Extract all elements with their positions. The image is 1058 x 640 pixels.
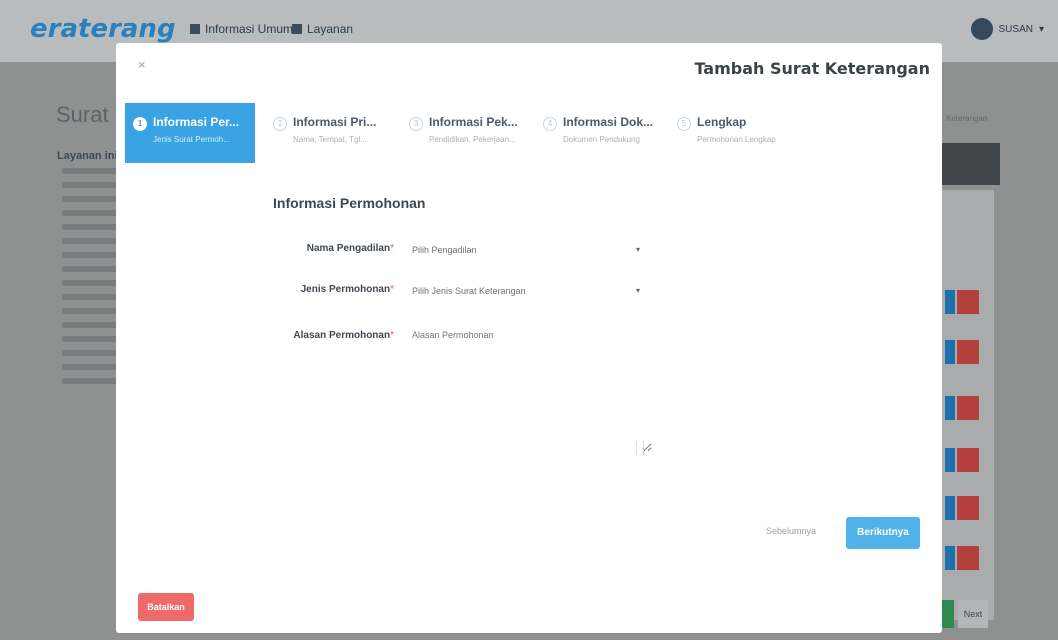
step-number: 5 xyxy=(677,117,691,131)
nav-item-label: Layanan xyxy=(307,22,354,36)
breadcrumb: Keterangan xyxy=(946,114,988,123)
delete-button[interactable] xyxy=(957,340,979,364)
add-letter-modal: × Tambah Surat Keterangan 1 Informasi Pe… xyxy=(116,43,942,633)
sidebar-list xyxy=(62,168,122,392)
table-header xyxy=(942,143,1000,185)
delete-button[interactable] xyxy=(957,448,979,472)
step-title: Lengkap xyxy=(697,115,747,129)
user-menu[interactable]: SUSAN ▾ xyxy=(970,18,1044,40)
edit-button[interactable] xyxy=(945,448,955,472)
nav-item-label: Informasi Umum xyxy=(205,22,294,36)
edit-button[interactable] xyxy=(945,290,955,314)
resize-handle-icon[interactable] xyxy=(636,441,644,455)
step-informasi-permohonan[interactable]: 1 Informasi Per... Jenis Surat Permoh... xyxy=(125,103,255,163)
grid-icon xyxy=(292,24,302,34)
step-subtitle: Pendidikan, Pekerjaan... xyxy=(429,135,516,144)
chevron-down-icon: ▾ xyxy=(1038,23,1044,35)
step-informasi-pekerjaan[interactable]: 3 Informasi Pek... Pendidikan, Pekerjaan… xyxy=(401,103,531,163)
request-reason-textarea[interactable] xyxy=(412,330,652,452)
step-subtitle: Jenis Surat Permoh... xyxy=(153,135,230,144)
court-name-label: Nama Pengadilan* xyxy=(306,243,394,254)
caret-down-icon: ▾ xyxy=(636,286,641,295)
step-title: Informasi Per... xyxy=(153,115,240,129)
step-title: Informasi Dok... xyxy=(563,115,654,129)
delete-button[interactable] xyxy=(957,290,979,314)
step-informasi-dokumen[interactable]: 4 Informasi Dok... Dokumen Pendukung xyxy=(535,103,665,163)
close-icon[interactable]: × xyxy=(138,57,146,72)
next-page-button[interactable]: Next xyxy=(958,600,988,628)
step-title: Informasi Pri... xyxy=(293,115,377,129)
cancel-button[interactable]: Batalkan xyxy=(138,593,194,621)
delete-button[interactable] xyxy=(957,496,979,520)
request-type-label: Jenis Permohonan* xyxy=(300,284,394,295)
caret-down-icon: ▾ xyxy=(636,245,641,254)
step-number: 1 xyxy=(133,117,147,131)
request-type-select[interactable]: Pilih Jenis Surat Keterangan xyxy=(412,286,644,296)
app-logo: eraterang xyxy=(30,14,176,44)
step-informasi-pribadi[interactable]: 2 Informasi Pri... Nama, Tempat, Tgl... xyxy=(265,103,395,163)
step-lengkap[interactable]: 5 Lengkap Permohonan Lengkap xyxy=(669,103,799,163)
step-subtitle: Permohonan Lengkap xyxy=(697,135,776,144)
modal-title: Tambah Surat Keterangan xyxy=(694,59,930,78)
step-number: 3 xyxy=(409,117,423,131)
avatar xyxy=(970,18,993,40)
edit-button[interactable] xyxy=(945,496,955,520)
edit-button[interactable] xyxy=(945,546,955,570)
step-subtitle: Nama, Tempat, Tgl... xyxy=(293,135,367,144)
step-number: 2 xyxy=(273,117,287,131)
section-title: Informasi Permohonan xyxy=(273,195,426,211)
user-name: SUSAN xyxy=(998,23,1033,35)
court-name-select[interactable]: Pilih Pengadilan xyxy=(412,245,644,255)
step-title: Informasi Pek... xyxy=(429,115,518,129)
next-button[interactable]: Berikutnya xyxy=(846,517,920,549)
nav-item-informasi-umum[interactable]: Informasi Umum xyxy=(190,22,293,36)
step-number: 4 xyxy=(543,117,557,131)
sidebar-title: Layanan ini xyxy=(57,150,118,162)
delete-button[interactable] xyxy=(957,396,979,420)
step-subtitle: Dokumen Pendukung xyxy=(563,135,640,144)
nav-item-layanan[interactable]: Layanan xyxy=(292,22,353,36)
grid-icon xyxy=(190,24,200,34)
prev-page-button[interactable] xyxy=(942,600,954,628)
edit-button[interactable] xyxy=(945,396,955,420)
wizard-steps: 1 Informasi Per... Jenis Surat Permoh...… xyxy=(125,103,935,163)
request-reason-label: Alasan Permohonan* xyxy=(293,330,394,341)
delete-button[interactable] xyxy=(957,546,979,570)
previous-button[interactable]: Sebelumnya xyxy=(766,526,816,536)
edit-button[interactable] xyxy=(945,340,955,364)
